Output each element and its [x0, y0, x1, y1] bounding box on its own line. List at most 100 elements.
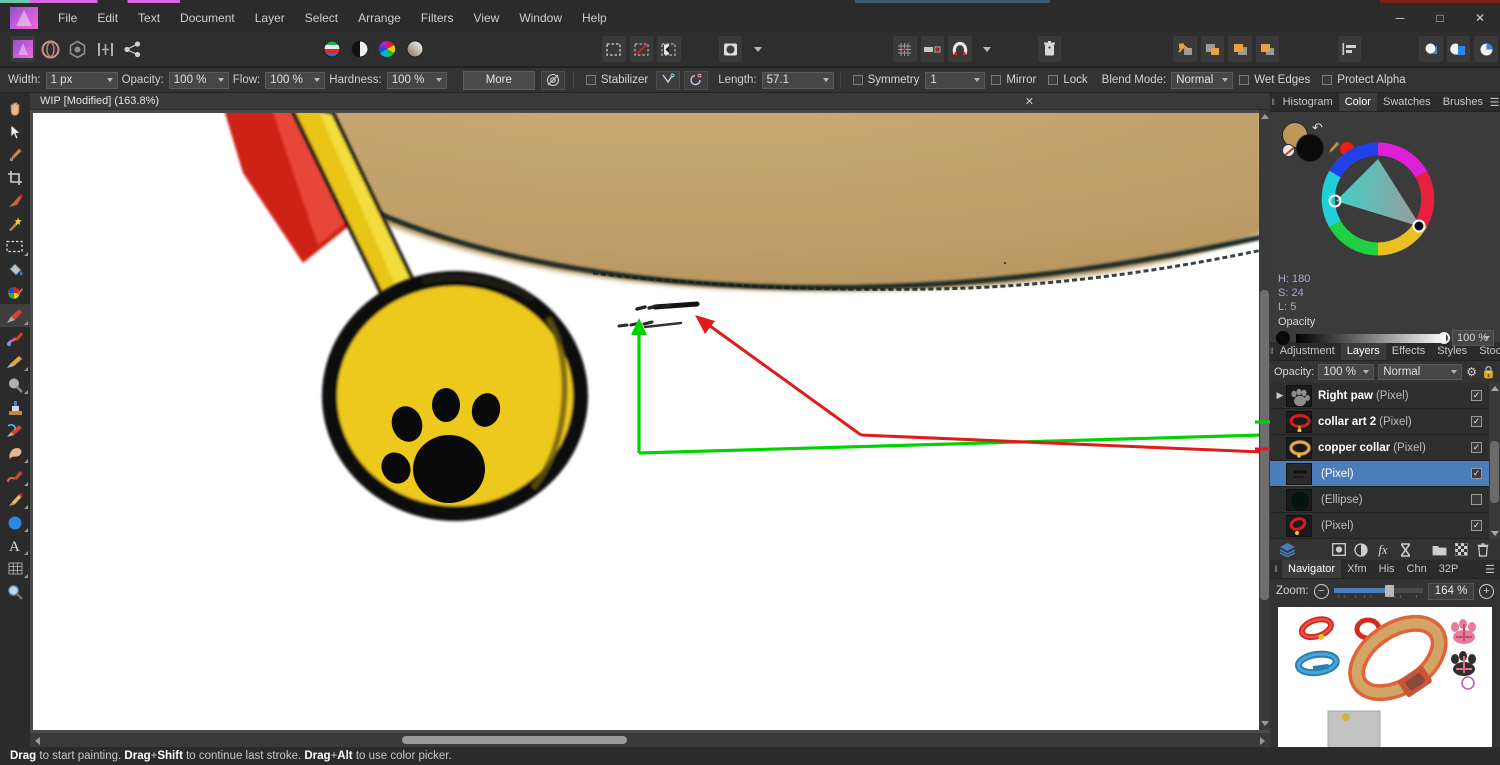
menu-item-file[interactable]: File — [48, 6, 87, 30]
chevron-right-icon[interactable]: ▶ — [1274, 390, 1286, 401]
pixel-alignment-icon[interactable] — [920, 36, 945, 62]
refine-selection-icon[interactable] — [629, 36, 653, 62]
export-persona-icon[interactable] — [121, 36, 145, 62]
zoom-value-input[interactable]: 164 % — [1428, 582, 1474, 600]
tab-his[interactable]: His — [1373, 560, 1401, 578]
stabilizer-length-input[interactable]: 57.1 — [761, 71, 834, 89]
layer-row[interactable]: copper collar (Pixel) ✓ — [1270, 435, 1500, 461]
symmetry-count-input[interactable]: 1 — [925, 71, 986, 89]
lock-checkbox[interactable]: Lock — [1048, 74, 1088, 86]
vertical-scroll-thumb[interactable] — [1260, 290, 1269, 600]
move-to-front-icon[interactable] — [1173, 36, 1197, 62]
smudge-brush-tool[interactable] — [0, 465, 30, 488]
move-backward-icon[interactable] — [1228, 36, 1252, 62]
magnet-dropdown-icon[interactable] — [976, 36, 1000, 62]
rope-stabilizer-icon[interactable] — [656, 70, 681, 90]
gear-icon[interactable]: ⚙ — [1466, 365, 1477, 379]
photo-persona-icon[interactable] — [11, 36, 35, 62]
brush-width-input[interactable]: 1 px — [45, 71, 118, 89]
brush-hardness-input[interactable]: 100 % — [386, 71, 447, 89]
paint-mixer-tool[interactable] — [0, 327, 30, 350]
new-group-icon[interactable] — [1428, 541, 1450, 559]
paint-brush-tool[interactable] — [0, 304, 30, 327]
view-pan-tool[interactable] — [0, 97, 30, 120]
tab-chn[interactable]: Chn — [1401, 560, 1433, 578]
delete-layer-icon[interactable] — [1472, 541, 1494, 559]
layer-effects-icon[interactable]: fx — [1372, 541, 1394, 559]
layer-visibility-checkbox[interactable]: ✓ — [1471, 468, 1482, 479]
navigator-thumbnail[interactable] — [1278, 607, 1492, 765]
invert-selection-icon[interactable] — [657, 36, 681, 62]
swap-colors-icon[interactable]: ↶ — [1312, 120, 1323, 136]
trash-icon[interactable] — [1037, 36, 1061, 62]
minimize-icon[interactable]: ─ — [1380, 4, 1420, 32]
adjustment-layer-icon[interactable] — [1350, 541, 1372, 559]
color-picker-tool[interactable] — [0, 143, 30, 166]
boolean-subtract-icon[interactable] — [1446, 36, 1471, 62]
document-tab-title[interactable]: WIP [Modified] (163.8%) — [40, 95, 159, 107]
clone-brush-tool[interactable] — [0, 396, 30, 419]
mirror-checkbox[interactable]: Mirror — [991, 74, 1036, 86]
gradient-tool[interactable] — [0, 281, 30, 304]
layer-row[interactable]: (Ellipse) — [1270, 487, 1500, 513]
color-wheel-adjustment-icon[interactable] — [375, 36, 399, 62]
minus-circle-icon[interactable]: − — [1313, 583, 1329, 599]
crop-tool[interactable] — [0, 166, 30, 189]
grid-snapping-icon[interactable] — [893, 36, 917, 62]
more-button[interactable]: More — [462, 70, 535, 90]
align-left-icon[interactable] — [1337, 36, 1362, 62]
undo-brush-tool[interactable] — [0, 419, 30, 442]
mask-layer-icon[interactable] — [1328, 541, 1350, 559]
scroll-down-icon[interactable] — [1491, 531, 1499, 536]
marquee-tool[interactable] — [0, 235, 30, 258]
menu-item-window[interactable]: Window — [509, 6, 572, 30]
tab-color[interactable]: Color — [1338, 93, 1377, 111]
scroll-right-icon[interactable] — [1260, 737, 1265, 745]
opacity-value-input[interactable]: 100 % — [1452, 330, 1494, 346]
marquee-select-icon[interactable] — [602, 36, 626, 62]
liquify-persona-icon[interactable] — [39, 36, 63, 62]
menu-item-select[interactable]: Select — [295, 6, 348, 30]
panel-menu-icon[interactable]: ☰ — [1480, 560, 1500, 578]
artistic-text-tool[interactable]: A — [0, 534, 30, 557]
move-tool[interactable] — [0, 120, 30, 143]
panel-menu-icon[interactable]: ☰ — [1489, 93, 1500, 111]
tab-xfm[interactable]: Xfm — [1341, 560, 1373, 578]
layers-stack-icon[interactable] — [1276, 541, 1298, 559]
layer-visibility-checkbox[interactable] — [1471, 494, 1482, 505]
mesh-warp-tool[interactable] — [0, 557, 30, 580]
layer-row[interactable]: (Pixel) ✓ — [1270, 513, 1500, 539]
layers-scrollbar[interactable] — [1489, 383, 1500, 539]
ellipse-shape-tool[interactable] — [0, 511, 30, 534]
scroll-up-icon[interactable] — [1491, 386, 1499, 391]
opacity-slider[interactable] — [1296, 331, 1450, 344]
develop-persona-icon[interactable] — [66, 36, 90, 62]
menu-item-text[interactable]: Text — [128, 6, 170, 30]
tab-swatches[interactable]: Swatches — [1377, 93, 1437, 111]
layer-blend-mode-select[interactable]: Normal — [1378, 364, 1463, 380]
scroll-down-icon[interactable] — [1261, 721, 1269, 726]
scroll-up-icon[interactable] — [1261, 114, 1269, 119]
brush-opacity-input[interactable]: 100 % — [168, 71, 229, 89]
erase-brush-tool[interactable] — [0, 350, 30, 373]
layers-scroll-thumb[interactable] — [1490, 441, 1499, 503]
canvas-vertical-scrollbar[interactable] — [1259, 110, 1270, 730]
layer-visibility-checkbox[interactable]: ✓ — [1471, 416, 1482, 427]
menu-item-document[interactable]: Document — [170, 6, 245, 30]
close-icon[interactable]: ✕ — [1025, 95, 1034, 108]
zoom-slider[interactable] — [1333, 584, 1423, 598]
menu-item-filters[interactable]: Filters — [411, 6, 464, 30]
window-stabilizer-icon[interactable] — [684, 70, 709, 90]
menu-item-view[interactable]: View — [464, 6, 510, 30]
opacity-slider-knob[interactable] — [1438, 331, 1450, 344]
layer-visibility-checkbox[interactable]: ✓ — [1471, 442, 1482, 453]
new-pixel-layer-icon[interactable] — [1450, 541, 1472, 559]
pen-tool[interactable] — [0, 488, 30, 511]
protect-alpha-checkbox[interactable]: Protect Alpha — [1322, 74, 1406, 86]
flood-fill-tool[interactable] — [0, 258, 30, 281]
lock-icon[interactable]: 🔒 — [1481, 365, 1496, 379]
tab-brushes[interactable]: Brushes — [1437, 93, 1489, 111]
wet-edges-checkbox[interactable]: Wet Edges — [1239, 74, 1310, 86]
color-wheel[interactable] — [1318, 139, 1438, 259]
maximize-icon[interactable]: □ — [1420, 4, 1460, 32]
